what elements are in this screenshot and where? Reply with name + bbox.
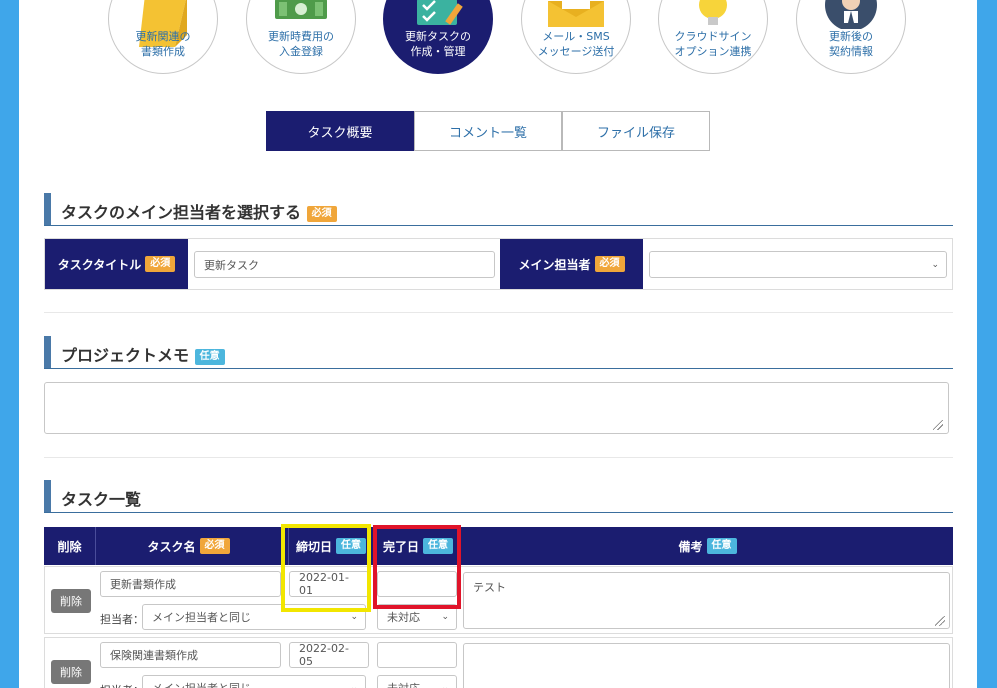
section-title: プロジェクトメモ	[61, 346, 190, 365]
header-delete: 削除	[57, 539, 82, 554]
highlight-done-date-column	[373, 525, 461, 609]
section-project-memo: プロジェクトメモ 任意	[44, 336, 953, 369]
task-title-label: タスクタイトル 必須	[45, 239, 188, 289]
highlight-due-date-column	[281, 524, 371, 612]
optional-badge: 任意	[194, 348, 225, 365]
required-badge: 必須	[306, 205, 337, 222]
required-badge: 必須	[199, 538, 230, 554]
delete-button[interactable]: 削除	[51, 660, 91, 684]
nav-contract-info[interactable]: 更新後の 契約情報	[796, 0, 906, 74]
tab-comment-list[interactable]: コメント一覧	[414, 111, 562, 151]
nav-message-send[interactable]: メール・SMS メッセージ送付	[521, 0, 631, 74]
main-assignee-label: メイン担当者 必須	[500, 239, 643, 289]
chevron-down-icon: ⌄	[441, 612, 449, 622]
section-main-assignee: タスクのメイン担当者を選択する 必須	[44, 193, 953, 226]
task-title-input[interactable]: 更新タスク	[194, 251, 495, 278]
resize-handle-icon[interactable]	[935, 616, 945, 626]
task-name-input[interactable]: 保険関連書類作成	[100, 642, 281, 668]
task-tabs: タスク概要 コメント一覧 ファイル保存	[266, 111, 710, 151]
task-table-header: 削除 タスク名 必須 締切日 任意 完了日 任意 備考 任意	[44, 527, 953, 565]
tab-task-overview[interactable]: タスク概要	[266, 111, 414, 151]
done-date-input[interactable]	[377, 642, 457, 668]
money-icon	[275, 0, 327, 19]
divider	[44, 457, 953, 458]
lightbulb-icon	[699, 0, 727, 25]
header-note: 備考 任意	[460, 527, 954, 565]
resize-handle-icon[interactable]	[933, 420, 943, 430]
task-status-select[interactable]: 未対応 ⌄	[377, 675, 457, 688]
main-content: 更新関連の 書類作成 更新時費用の 入金登録 更新タスクの 作成・管理 メール・SMS…	[19, 0, 977, 688]
required-badge: 必須	[594, 256, 625, 272]
chevron-down-icon: ⌄	[441, 683, 449, 688]
note-textarea[interactable]: テスト	[463, 572, 950, 629]
section-title: タスクのメイン担当者を選択する	[61, 203, 302, 222]
project-memo-textarea[interactable]	[44, 382, 949, 434]
chevron-down-icon: ⌄	[350, 612, 358, 622]
task-assignee-select[interactable]: メイン担当者と同じ ⌄	[142, 675, 366, 688]
required-badge: 必須	[145, 256, 176, 272]
section-task-list: タスク一覧	[44, 480, 953, 513]
tab-file-storage[interactable]: ファイル保存	[562, 111, 710, 151]
delete-button[interactable]: 削除	[51, 589, 91, 613]
header-task-name: タスク名 必須	[95, 527, 281, 565]
chevron-down-icon: ⌄	[931, 259, 939, 270]
nav-cloudsign-option[interactable]: クラウドサイン オプション連携	[658, 0, 768, 74]
nav-document-creation[interactable]: 更新関連の 書類作成	[108, 0, 218, 74]
divider	[44, 312, 953, 313]
nav-payment-registration[interactable]: 更新時費用の 入金登録	[246, 0, 356, 74]
due-date-input[interactable]: 2022-02-05	[289, 642, 369, 668]
note-textarea[interactable]	[463, 643, 950, 688]
task-title-row: タスクタイトル 必須 更新タスク メイン担当者 必須 ⌄	[44, 238, 953, 290]
chevron-down-icon: ⌄	[350, 683, 358, 688]
section-title: タスク一覧	[61, 490, 142, 509]
nav-task-management[interactable]: 更新タスクの 作成・管理	[383, 0, 493, 74]
envelope-icon	[548, 1, 604, 27]
table-row: 削除 更新書類作成 2022-01-01 テスト 担当者： メイン担当者と同じ …	[44, 566, 953, 634]
assignee-label: 担当者：	[100, 613, 144, 626]
main-assignee-select[interactable]: ⌄	[649, 251, 947, 278]
table-row: 削除 保険関連書類作成 2022-02-05 担当者： メイン担当者と同じ ⌄ …	[44, 637, 953, 688]
checklist-icon	[417, 0, 463, 25]
optional-badge: 任意	[706, 538, 737, 554]
task-name-input[interactable]: 更新書類作成	[100, 571, 281, 597]
person-icon	[825, 0, 877, 29]
assignee-label: 担当者：	[100, 682, 144, 688]
